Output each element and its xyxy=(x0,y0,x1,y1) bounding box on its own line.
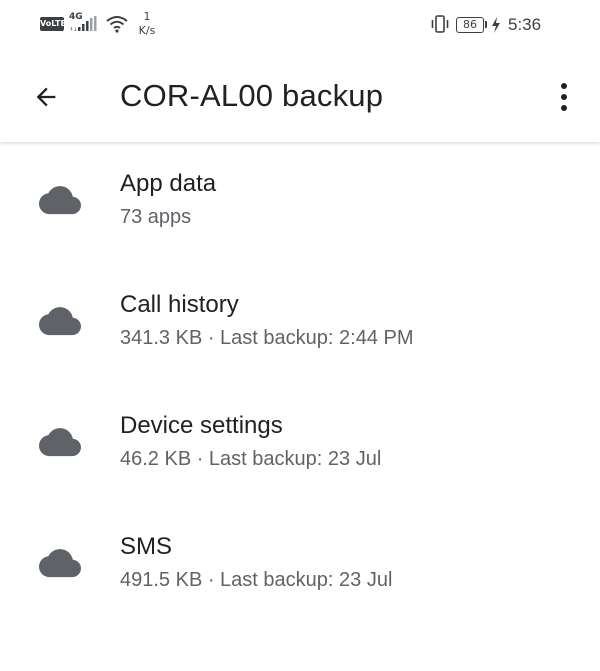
list-item-sms[interactable]: SMS 491.5 KB · Last backup: 23 Jul xyxy=(0,505,600,626)
back-button[interactable] xyxy=(22,73,70,121)
charging-icon xyxy=(492,17,500,33)
cloud-icon xyxy=(39,307,81,336)
list-item-title: SMS xyxy=(120,533,173,560)
network-speed: 1 K/s xyxy=(134,10,160,38)
list-item-subtitle: 46.2 KB · Last backup: 23 Jul xyxy=(120,448,382,470)
vibrate-icon xyxy=(431,15,449,33)
list-item-title: Device settings xyxy=(120,412,283,439)
backup-items-list: App data 73 apps Call history 341.3 KB ·… xyxy=(0,142,600,626)
status-bar: VoLTE 4G ↑↓ 1 K/s 86 5:36 xyxy=(0,0,600,50)
status-bar-right: 86 5:36 xyxy=(404,12,564,40)
cloud-icon xyxy=(39,428,81,457)
more-vert-icon xyxy=(561,83,567,111)
network-speed-value: 1 xyxy=(143,10,151,23)
list-item-title: App data xyxy=(120,170,217,197)
app-bar: COR-AL00 backup xyxy=(0,50,600,142)
list-item-subtitle: 73 apps xyxy=(120,206,192,228)
list-item-subtitle: 491.5 KB · Last backup: 23 Jul xyxy=(120,569,393,591)
status-clock: 5:36 xyxy=(508,15,542,34)
wifi-icon xyxy=(106,16,128,33)
cloud-icon xyxy=(39,549,81,578)
battery-indicator: 86 xyxy=(456,17,484,33)
list-item-subtitle: 341.3 KB · Last backup: 2:44 PM xyxy=(120,327,414,349)
svg-text:↑↓: ↑↓ xyxy=(69,27,77,32)
volte-badge: VoLTE xyxy=(40,17,66,31)
network-speed-unit: K/s xyxy=(138,24,156,37)
arrow-back-icon xyxy=(36,87,56,107)
more-options-button[interactable] xyxy=(540,73,588,121)
page-title: COR-AL00 backup xyxy=(120,78,384,113)
list-item-call-history[interactable]: Call history 341.3 KB · Last backup: 2:4… xyxy=(0,263,600,384)
battery-tip xyxy=(485,21,487,28)
list-item-title: Call history xyxy=(120,291,239,318)
cloud-icon xyxy=(39,186,81,215)
list-item-device-settings[interactable]: Device settings 46.2 KB · Last backup: 2… xyxy=(0,384,600,505)
list-item-app-data[interactable]: App data 73 apps xyxy=(0,142,600,263)
signal-strength-icon: ↑↓ xyxy=(69,16,97,32)
